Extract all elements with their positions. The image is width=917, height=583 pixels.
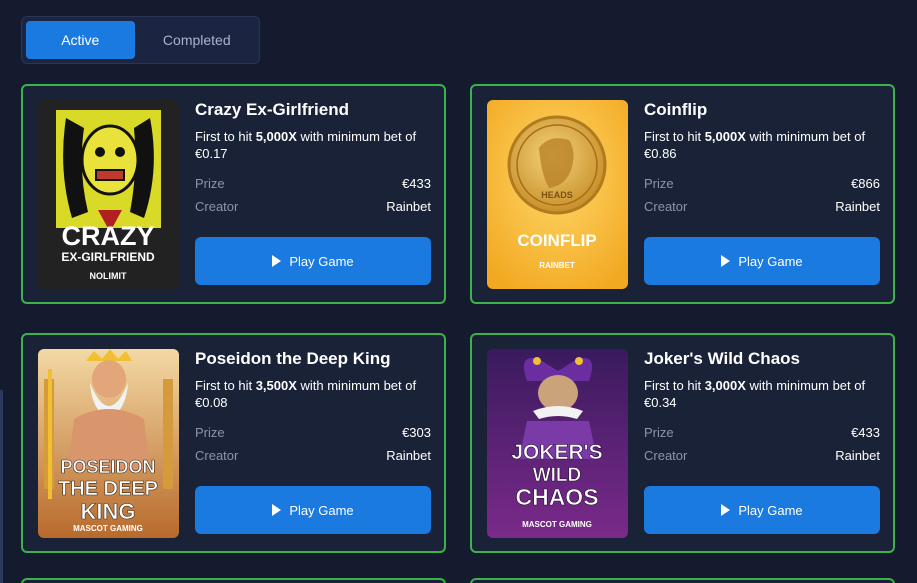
creator-label: Creator <box>644 447 688 463</box>
tab-completed[interactable]: Completed <box>139 21 255 59</box>
thumb-provider: RAINBET <box>539 261 575 270</box>
prize-row: Prize €433 <box>644 425 880 440</box>
thumb-line2: THE DEEP <box>58 478 158 500</box>
prize-row: Prize €866 <box>644 176 880 191</box>
creator-row: Creator Rainbet <box>644 448 880 463</box>
challenge-card: POSEIDON THE DEEP KING MASCOT GAMING Pos… <box>21 333 446 553</box>
play-game-button[interactable]: Play Game <box>644 486 880 534</box>
play-game-button[interactable]: Play Game <box>195 237 431 285</box>
game-title: Crazy Ex-Girlfriend <box>195 100 349 119</box>
coinflip-artwork: HEADS COINFLIP RAINBET <box>487 100 628 289</box>
play-icon <box>721 504 731 516</box>
challenge-card: HEADS COINFLIP RAINBET Coinflip First to… <box>470 84 895 304</box>
game-thumbnail[interactable]: JOKER'S WILD CHAOS MASCOT GAMING <box>487 349 628 538</box>
creator-value: Rainbet <box>835 198 880 214</box>
thumb-line3: KING <box>81 499 136 524</box>
thumb-line1: CRAZY <box>62 221 155 251</box>
creator-label: Creator <box>195 198 239 214</box>
creator-label: Creator <box>195 447 239 463</box>
multiplier: 5,000X <box>704 128 746 144</box>
multiplier: 5,000X <box>255 128 297 144</box>
tab-active[interactable]: Active <box>26 21 135 59</box>
min-bet: €0.34 <box>644 394 677 410</box>
thumb-line1: POSEIDON <box>60 457 155 477</box>
challenge-info: Coinflip First to hit 5,000X with minimu… <box>644 98 880 214</box>
challenge-card: JOKER'S WILD CHAOS MASCOT GAMING Joker's… <box>470 333 895 553</box>
prize-label: Prize <box>644 424 674 440</box>
challenge-info: Joker's Wild Chaos First to hit 3,000X w… <box>644 347 880 463</box>
min-bet: €0.86 <box>644 145 677 161</box>
challenge-info: Poseidon the Deep King First to hit 3,50… <box>195 347 431 463</box>
game-thumbnail[interactable]: CRAZY EX-GIRLFRIEND NOLIMIT <box>38 100 179 289</box>
thumb-provider: MASCOT GAMING <box>522 520 592 529</box>
crazy-ex-girlfriend-artwork: CRAZY EX-GIRLFRIEND NOLIMIT <box>38 100 179 289</box>
prize-value: €433 <box>402 175 431 191</box>
creator-value: Rainbet <box>386 198 431 214</box>
prize-label: Prize <box>644 175 674 191</box>
challenge-description: First to hit 5,000X with minimum bet of … <box>644 128 866 161</box>
creator-label: Creator <box>644 198 688 214</box>
prize-label: Prize <box>195 424 225 440</box>
creator-value: Rainbet <box>386 447 431 463</box>
game-title: Joker's Wild Chaos <box>644 349 800 368</box>
creator-row: Creator Rainbet <box>195 448 431 463</box>
challenge-status-tabs: Active Completed <box>21 16 260 64</box>
prize-label: Prize <box>195 175 225 191</box>
game-title: Poseidon the Deep King <box>195 349 391 368</box>
jokers-wild-chaos-artwork: JOKER'S WILD CHAOS MASCOT GAMING <box>487 349 628 538</box>
coin-text: HEADS <box>541 190 573 200</box>
play-icon <box>721 255 731 267</box>
creator-value: Rainbet <box>835 447 880 463</box>
multiplier: 3,500X <box>255 377 297 393</box>
min-bet: €0.17 <box>195 145 228 161</box>
play-game-label: Play Game <box>289 253 354 269</box>
challenge-description: First to hit 5,000X with minimum bet of … <box>195 128 417 161</box>
challenge-description: First to hit 3,500X with minimum bet of … <box>195 377 417 410</box>
thumb-line2: WILD <box>533 465 582 486</box>
prize-value: €866 <box>851 175 880 191</box>
thumb-line3: CHAOS <box>515 484 598 510</box>
prize-value: €433 <box>851 424 880 440</box>
play-game-label: Play Game <box>738 253 803 269</box>
prize-row: Prize €303 <box>195 425 431 440</box>
play-game-label: Play Game <box>738 502 803 518</box>
creator-row: Creator Rainbet <box>195 199 431 214</box>
game-title: Coinflip <box>644 100 708 119</box>
creator-row: Creator Rainbet <box>644 199 880 214</box>
challenge-card-partial <box>21 578 446 583</box>
scrollbar-edge <box>0 390 3 583</box>
thumb-provider: MASCOT GAMING <box>73 524 143 533</box>
game-thumbnail[interactable]: HEADS COINFLIP RAINBET <box>487 100 628 289</box>
prize-value: €303 <box>402 424 431 440</box>
min-bet: €0.08 <box>195 394 228 410</box>
thumb-line1: COINFLIP <box>517 231 596 250</box>
play-game-button[interactable]: Play Game <box>195 486 431 534</box>
game-thumbnail[interactable]: POSEIDON THE DEEP KING MASCOT GAMING <box>38 349 179 538</box>
play-icon <box>272 255 282 267</box>
challenge-description: First to hit 3,000X with minimum bet of … <box>644 377 866 410</box>
multiplier: 3,000X <box>704 377 746 393</box>
thumb-line1: JOKER'S <box>511 441 602 464</box>
challenge-card-partial <box>470 578 895 583</box>
play-game-button[interactable]: Play Game <box>644 237 880 285</box>
prize-row: Prize €433 <box>195 176 431 191</box>
challenge-info: Crazy Ex-Girlfriend First to hit 5,000X … <box>195 98 431 214</box>
poseidon-artwork: POSEIDON THE DEEP KING MASCOT GAMING <box>38 349 179 538</box>
thumb-provider: NOLIMIT <box>90 271 127 281</box>
play-game-label: Play Game <box>289 502 354 518</box>
thumb-line2: EX-GIRLFRIEND <box>61 250 155 264</box>
challenge-card: CRAZY EX-GIRLFRIEND NOLIMIT Crazy Ex-Gir… <box>21 84 446 304</box>
play-icon <box>272 504 282 516</box>
